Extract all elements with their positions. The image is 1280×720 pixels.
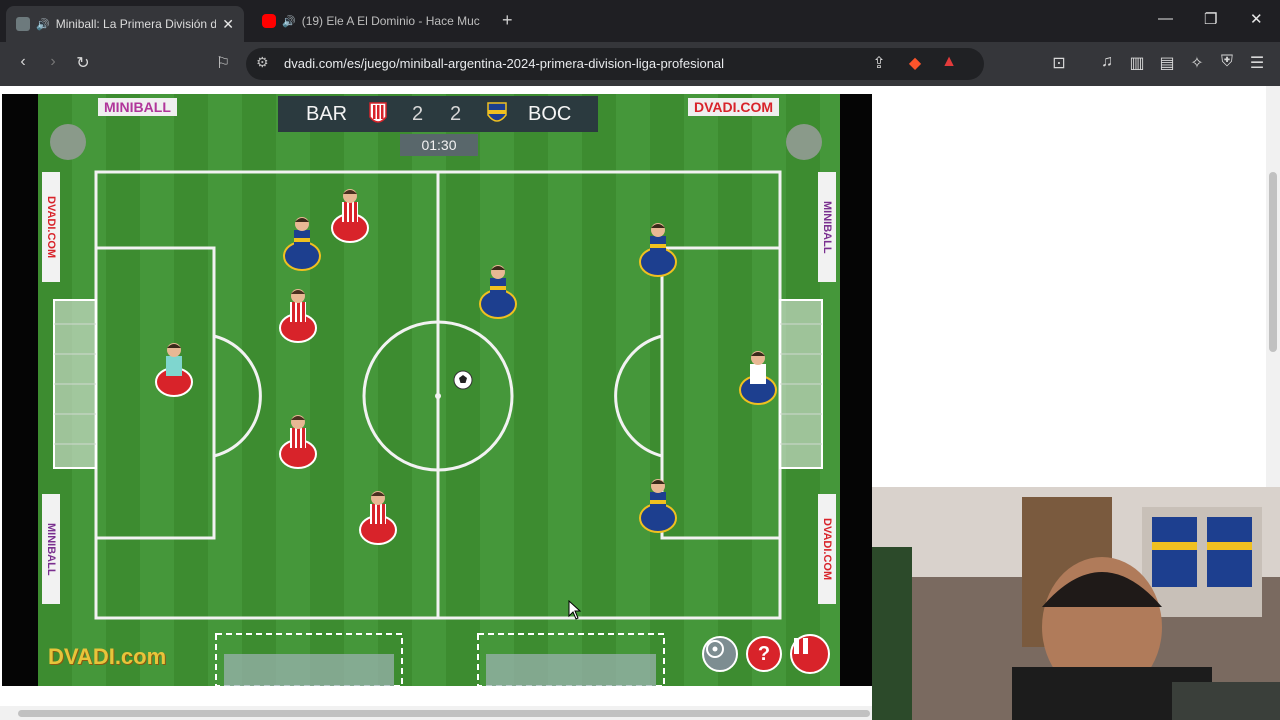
away-player [639, 223, 677, 277]
wallet-icon[interactable]: ▤ [1156, 53, 1178, 73]
ball-icon [453, 370, 473, 390]
crosshair-icon [706, 640, 724, 658]
brand-dvadi: DVADI.COM [688, 98, 780, 116]
restore-icon[interactable]: ❐ [1204, 10, 1217, 28]
game-canvas[interactable]: DVADI.COM MINIBALL MINIBALL DVADI.COM MI… [38, 94, 840, 686]
home-player [359, 491, 397, 545]
help-button[interactable]: ? [746, 636, 782, 672]
side-banner-right-top: MINIBALL [818, 172, 836, 282]
leo-icon[interactable]: ✧ [1186, 53, 1208, 73]
forward-icon[interactable]: › [42, 53, 64, 71]
scoreboard: BAR 2 2 BOC [278, 96, 598, 132]
side-banner-right-bottom: DVADI.COM [818, 494, 836, 604]
webcam-scene [872, 487, 1280, 720]
home-team-name: BAR [306, 103, 348, 125]
speaker-icon[interactable]: 🔊 [282, 15, 296, 28]
home-goalkeeper [155, 343, 193, 397]
rewards-icon[interactable]: ▲ [938, 53, 960, 71]
home-crest-icon [369, 102, 387, 123]
share-icon[interactable]: ⇪ [868, 53, 890, 73]
away-crest-icon [487, 102, 507, 122]
webcam-overlay [872, 487, 1280, 720]
brand-miniball: MINIBALL [98, 98, 177, 116]
home-player [331, 189, 369, 243]
home-score: 2 [412, 103, 424, 125]
game-favicon-icon [16, 17, 30, 31]
pause-icon [794, 638, 808, 654]
away-team-name: BOC [528, 103, 572, 125]
youtube-favicon-icon [262, 14, 276, 28]
tab-miniball[interactable]: 🔊 Miniball: La Primera División d ✕ [6, 6, 244, 42]
screenshot-icon[interactable]: ⊡ [1048, 53, 1070, 73]
reload-icon[interactable]: ↻ [72, 53, 94, 73]
new-tab-icon[interactable]: + [502, 10, 513, 31]
close-tab-icon[interactable]: ✕ [222, 16, 234, 33]
tab-youtube[interactable]: 🔊 (19) Ele A El Dominio - Hace Mucho [252, 6, 490, 36]
away-player [639, 479, 677, 533]
away-goalkeeper [739, 351, 777, 405]
away-player [479, 265, 517, 319]
camera-button[interactable] [702, 636, 738, 672]
back-icon[interactable]: ‹ [12, 53, 34, 71]
tab-title: Miniball: La Primera División d [55, 17, 217, 31]
tab-title: (19) Ele A El Dominio - Hace Mucho [301, 14, 480, 28]
game-frame: DVADI.COM MINIBALL MINIBALL DVADI.COM MI… [2, 94, 872, 686]
tab-strip: 🔊 Miniball: La Primera División d ✕ 🔊 (1… [0, 0, 1280, 42]
dvadi-logo: DVADI.com [48, 644, 167, 669]
menu-icon[interactable]: ☰ [1246, 53, 1268, 73]
media-icon[interactable]: ♫ [1096, 53, 1118, 71]
site-settings-icon[interactable]: ⚙ [256, 54, 269, 71]
sidebar-icon[interactable]: ▥ [1126, 53, 1148, 73]
vpn-icon[interactable]: ⛨ [1216, 53, 1238, 71]
pause-button[interactable] [790, 634, 830, 674]
match-timer: 01:30 [400, 134, 478, 156]
url-text: dvadi.com/es/juego/miniball-argentina-20… [284, 56, 725, 71]
away-score: 2 [450, 103, 462, 125]
away-player [283, 217, 321, 271]
bookmark-icon[interactable]: ⚐ [212, 53, 234, 73]
home-player [279, 289, 317, 343]
mouse-cursor-icon [568, 600, 582, 620]
home-player [279, 415, 317, 469]
brave-shield-icon[interactable]: ◆ [904, 53, 926, 73]
side-banner-left-bottom: MINIBALL [42, 494, 60, 604]
speaker-icon[interactable]: 🔊 [36, 18, 50, 31]
side-banner-left-top: DVADI.COM [42, 172, 60, 282]
browser-toolbar: ‹ › ↻ ⚐ ⚙ dvadi.com/es/juego/miniball-ar… [0, 42, 1280, 86]
minimize-icon[interactable]: — [1158, 10, 1173, 27]
close-window-icon[interactable]: ✕ [1250, 10, 1263, 28]
